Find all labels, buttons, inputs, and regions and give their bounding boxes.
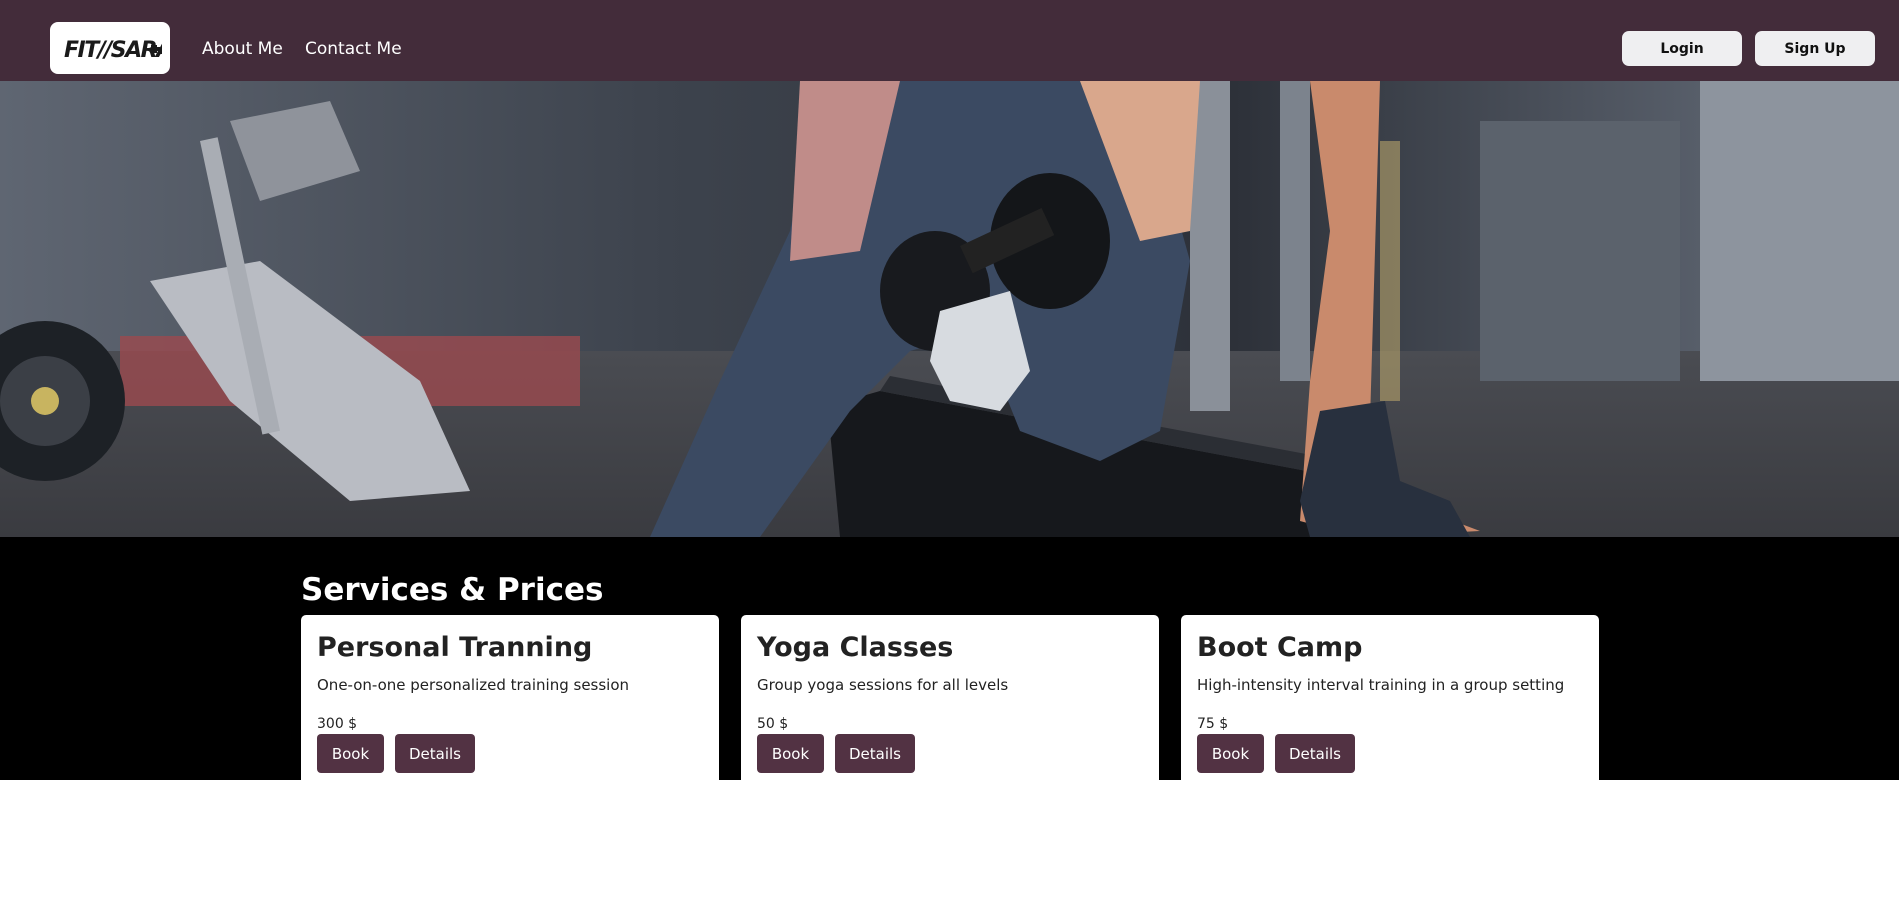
navbar: FIT//SARAH About Me Contact Me Login Sig… — [0, 0, 1899, 81]
card-description: Group yoga sessions for all levels — [757, 676, 1009, 694]
nav-link-contact[interactable]: Contact Me — [305, 37, 402, 61]
card-title: Boot Camp — [1197, 632, 1363, 663]
logo-image: FIT//SARAH — [64, 38, 162, 63]
services-section: Services & Prices Personal Tranning One-… — [0, 537, 1899, 780]
card-price: 75 $ — [1197, 716, 1229, 732]
card-price: 300 $ — [317, 716, 358, 732]
logo[interactable]: FIT//SARAH — [50, 22, 170, 74]
nav-link-about[interactable]: About Me — [202, 37, 283, 61]
service-card: Personal Tranning One-on-one personalize… — [301, 615, 719, 780]
card-description: One-on-one personalized training session — [317, 676, 630, 694]
logo-wordmark: FIT//SARAH — [64, 38, 162, 63]
details-button[interactable]: Details — [395, 734, 475, 773]
services-title: Services & Prices — [301, 572, 604, 608]
gym-photo — [0, 81, 1899, 537]
service-card: Yoga Classes Group yoga sessions for all… — [741, 615, 1159, 780]
card-title: Yoga Classes — [757, 632, 954, 663]
book-button[interactable]: Book — [317, 734, 384, 773]
details-button[interactable]: Details — [1275, 734, 1355, 773]
signup-button[interactable]: Sign Up — [1755, 31, 1875, 66]
hero-image — [0, 81, 1899, 537]
card-price: 50 $ — [757, 716, 789, 732]
details-button[interactable]: Details — [835, 734, 915, 773]
card-title: Personal Tranning — [317, 632, 593, 663]
service-card: Boot Camp High-intensity interval traini… — [1181, 615, 1599, 780]
card-description: High-intensity interval training in a gr… — [1197, 676, 1565, 694]
book-button[interactable]: Book — [1197, 734, 1264, 773]
login-button[interactable]: Login — [1622, 31, 1742, 66]
book-button[interactable]: Book — [757, 734, 824, 773]
